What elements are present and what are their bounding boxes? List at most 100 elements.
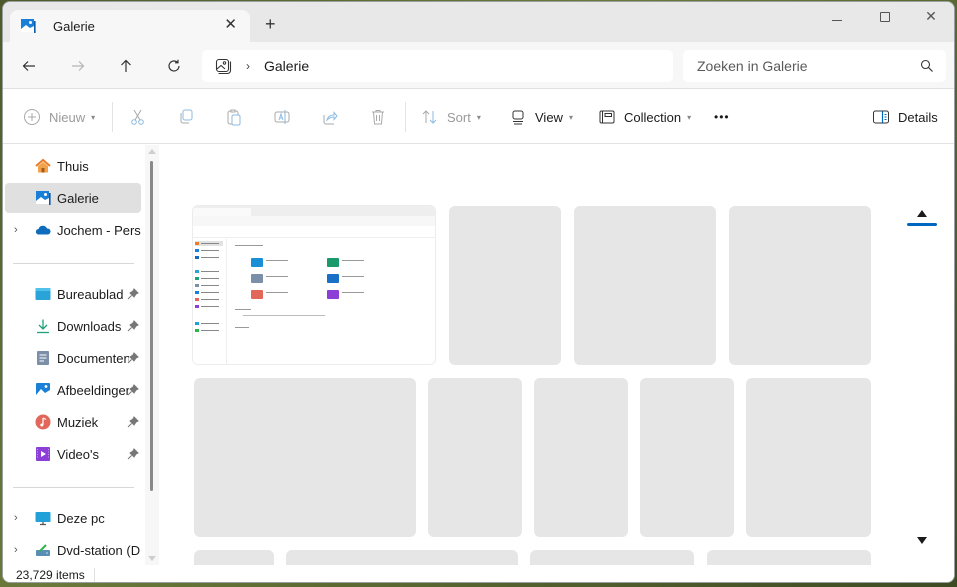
copy-button[interactable] — [177, 90, 195, 144]
sidebar-item-label: Deze pc — [57, 510, 105, 526]
sidebar-item-galerie[interactable]: Galerie — [5, 183, 141, 213]
sidebar-item-label: Dvd-station (D:) — [57, 542, 141, 558]
new-tab-button[interactable]: + — [265, 15, 276, 33]
sidebar-item-documenten[interactable]: Documenten — [3, 343, 143, 373]
refresh-button[interactable] — [162, 54, 186, 78]
sidebar-item-label: Thuis — [57, 158, 89, 174]
close-window-button[interactable]: ✕ — [911, 8, 951, 28]
back-arrow-icon — [22, 61, 35, 71]
search-input[interactable] — [697, 58, 907, 74]
close-icon: ✕ — [925, 8, 937, 24]
gallery-item-placeholder[interactable] — [194, 550, 274, 565]
documents-icon — [37, 351, 49, 365]
view-button[interactable]: View ▾ — [509, 90, 573, 144]
sidebar-item-label: Downloads — [57, 318, 122, 334]
sidebar-item-muziek[interactable]: Muziek — [3, 407, 143, 437]
sidebar-divider — [13, 487, 134, 488]
chevron-down-icon: ▾ — [568, 112, 573, 122]
pin-icon[interactable] — [127, 352, 139, 364]
pin-icon[interactable] — [127, 320, 139, 332]
collection-icon — [599, 110, 615, 124]
address-bar[interactable]: › Galerie — [202, 50, 673, 82]
sort-button[interactable]: Sort ▾ — [421, 90, 481, 144]
sidebar-item-label: Video's — [57, 446, 99, 462]
timeline-position-indicator[interactable] — [907, 223, 937, 226]
chevron-right-icon[interactable]: › — [14, 512, 18, 524]
sidebar-item-thuis[interactable]: Thuis — [3, 151, 143, 181]
refresh-icon — [168, 59, 180, 72]
sidebar-item-label: Afbeeldingen — [57, 382, 129, 398]
chevron-right-icon[interactable]: › — [14, 544, 18, 556]
sidebar-item-onedrive[interactable]: › Jochem - Persoonlijk — [3, 215, 143, 245]
this-pc-icon — [35, 512, 51, 526]
music-icon — [35, 414, 51, 430]
collection-button[interactable]: Collection ▾ — [598, 90, 691, 144]
gallery-item-placeholder[interactable] — [707, 550, 871, 565]
timeline-up-arrow-icon[interactable] — [917, 210, 927, 217]
breadcrumb-galerie[interactable]: Galerie — [264, 58, 309, 74]
details-pane-icon — [873, 110, 889, 124]
forward-button[interactable] — [66, 54, 90, 78]
videos-icon — [36, 447, 50, 461]
up-arrow-icon — [121, 59, 131, 72]
scroll-down-arrow-icon[interactable] — [148, 556, 156, 561]
up-button[interactable] — [114, 54, 138, 78]
minimize-button[interactable] — [817, 8, 857, 28]
pin-icon[interactable] — [127, 416, 139, 428]
forward-arrow-icon — [72, 61, 85, 71]
pin-icon[interactable] — [127, 448, 139, 460]
pin-icon[interactable] — [127, 288, 139, 300]
gallery-item-screenshot[interactable] — [192, 205, 436, 365]
sidebar-item-videos[interactable]: Video's — [3, 439, 143, 469]
cut-button[interactable] — [129, 90, 147, 144]
scrollbar-thumb[interactable] — [150, 161, 153, 491]
search-box[interactable] — [683, 50, 946, 82]
new-button[interactable]: Nieuw ▾ — [23, 90, 95, 144]
dvd-drive-icon — [36, 544, 50, 556]
back-button[interactable] — [17, 54, 41, 78]
paste-icon — [227, 109, 241, 126]
gallery-item-placeholder[interactable] — [194, 378, 416, 537]
sidebar-item-deze-pc[interactable]: › Deze pc — [3, 503, 143, 533]
scroll-up-arrow-icon[interactable] — [148, 149, 156, 154]
share-button[interactable] — [321, 90, 339, 144]
maximize-icon — [880, 12, 890, 22]
gallery-icon — [215, 58, 232, 74]
new-label: Nieuw — [49, 109, 86, 125]
sidebar-item-dvd-station[interactable]: › Dvd-station (D:) — [3, 535, 143, 565]
paste-button[interactable] — [225, 90, 243, 144]
gallery-item-placeholder[interactable] — [640, 378, 734, 537]
chevron-right-icon[interactable]: › — [14, 224, 18, 236]
tab-galerie[interactable]: Galerie ✕ — [10, 10, 250, 42]
gallery-item-placeholder[interactable] — [286, 550, 518, 565]
sidebar-item-bureaublad[interactable]: Bureaublad — [3, 279, 143, 309]
pin-icon[interactable] — [127, 384, 139, 396]
view-icon — [512, 110, 524, 125]
breadcrumb-separator[interactable]: › — [246, 59, 250, 73]
details-button[interactable]: Details — [872, 90, 938, 144]
sort-icon — [422, 110, 437, 124]
sort-label: Sort — [447, 109, 471, 125]
search-icon[interactable] — [920, 59, 934, 73]
close-tab-icon[interactable]: ✕ — [224, 17, 237, 33]
gallery-item-placeholder[interactable] — [428, 378, 522, 537]
gallery-item-placeholder[interactable] — [729, 206, 871, 365]
delete-button[interactable] — [369, 90, 387, 144]
timeline-down-arrow-icon[interactable] — [917, 537, 927, 544]
tab-title: Galerie — [53, 18, 95, 34]
gallery-item-placeholder[interactable] — [746, 378, 871, 537]
gallery-item-placeholder[interactable] — [449, 206, 561, 365]
rename-button[interactable] — [273, 90, 291, 144]
downloads-icon — [37, 319, 49, 334]
screenshot-thumbnail — [193, 206, 435, 364]
file-explorer-window: Galerie ✕ + ✕ › Galerie Zoeken in Galeri… — [2, 1, 955, 583]
maximize-button[interactable] — [865, 8, 905, 28]
sidebar-scrollbar[interactable] — [145, 145, 159, 565]
gallery-item-placeholder[interactable] — [530, 550, 694, 565]
chevron-down-icon: ▾ — [687, 112, 692, 122]
more-options-button[interactable]: ••• — [714, 90, 730, 144]
gallery-item-placeholder[interactable] — [534, 378, 628, 537]
sidebar-item-afbeeldingen[interactable]: Afbeeldingen — [3, 375, 143, 405]
gallery-item-placeholder[interactable] — [574, 206, 716, 365]
sidebar-item-downloads[interactable]: Downloads — [3, 311, 143, 341]
